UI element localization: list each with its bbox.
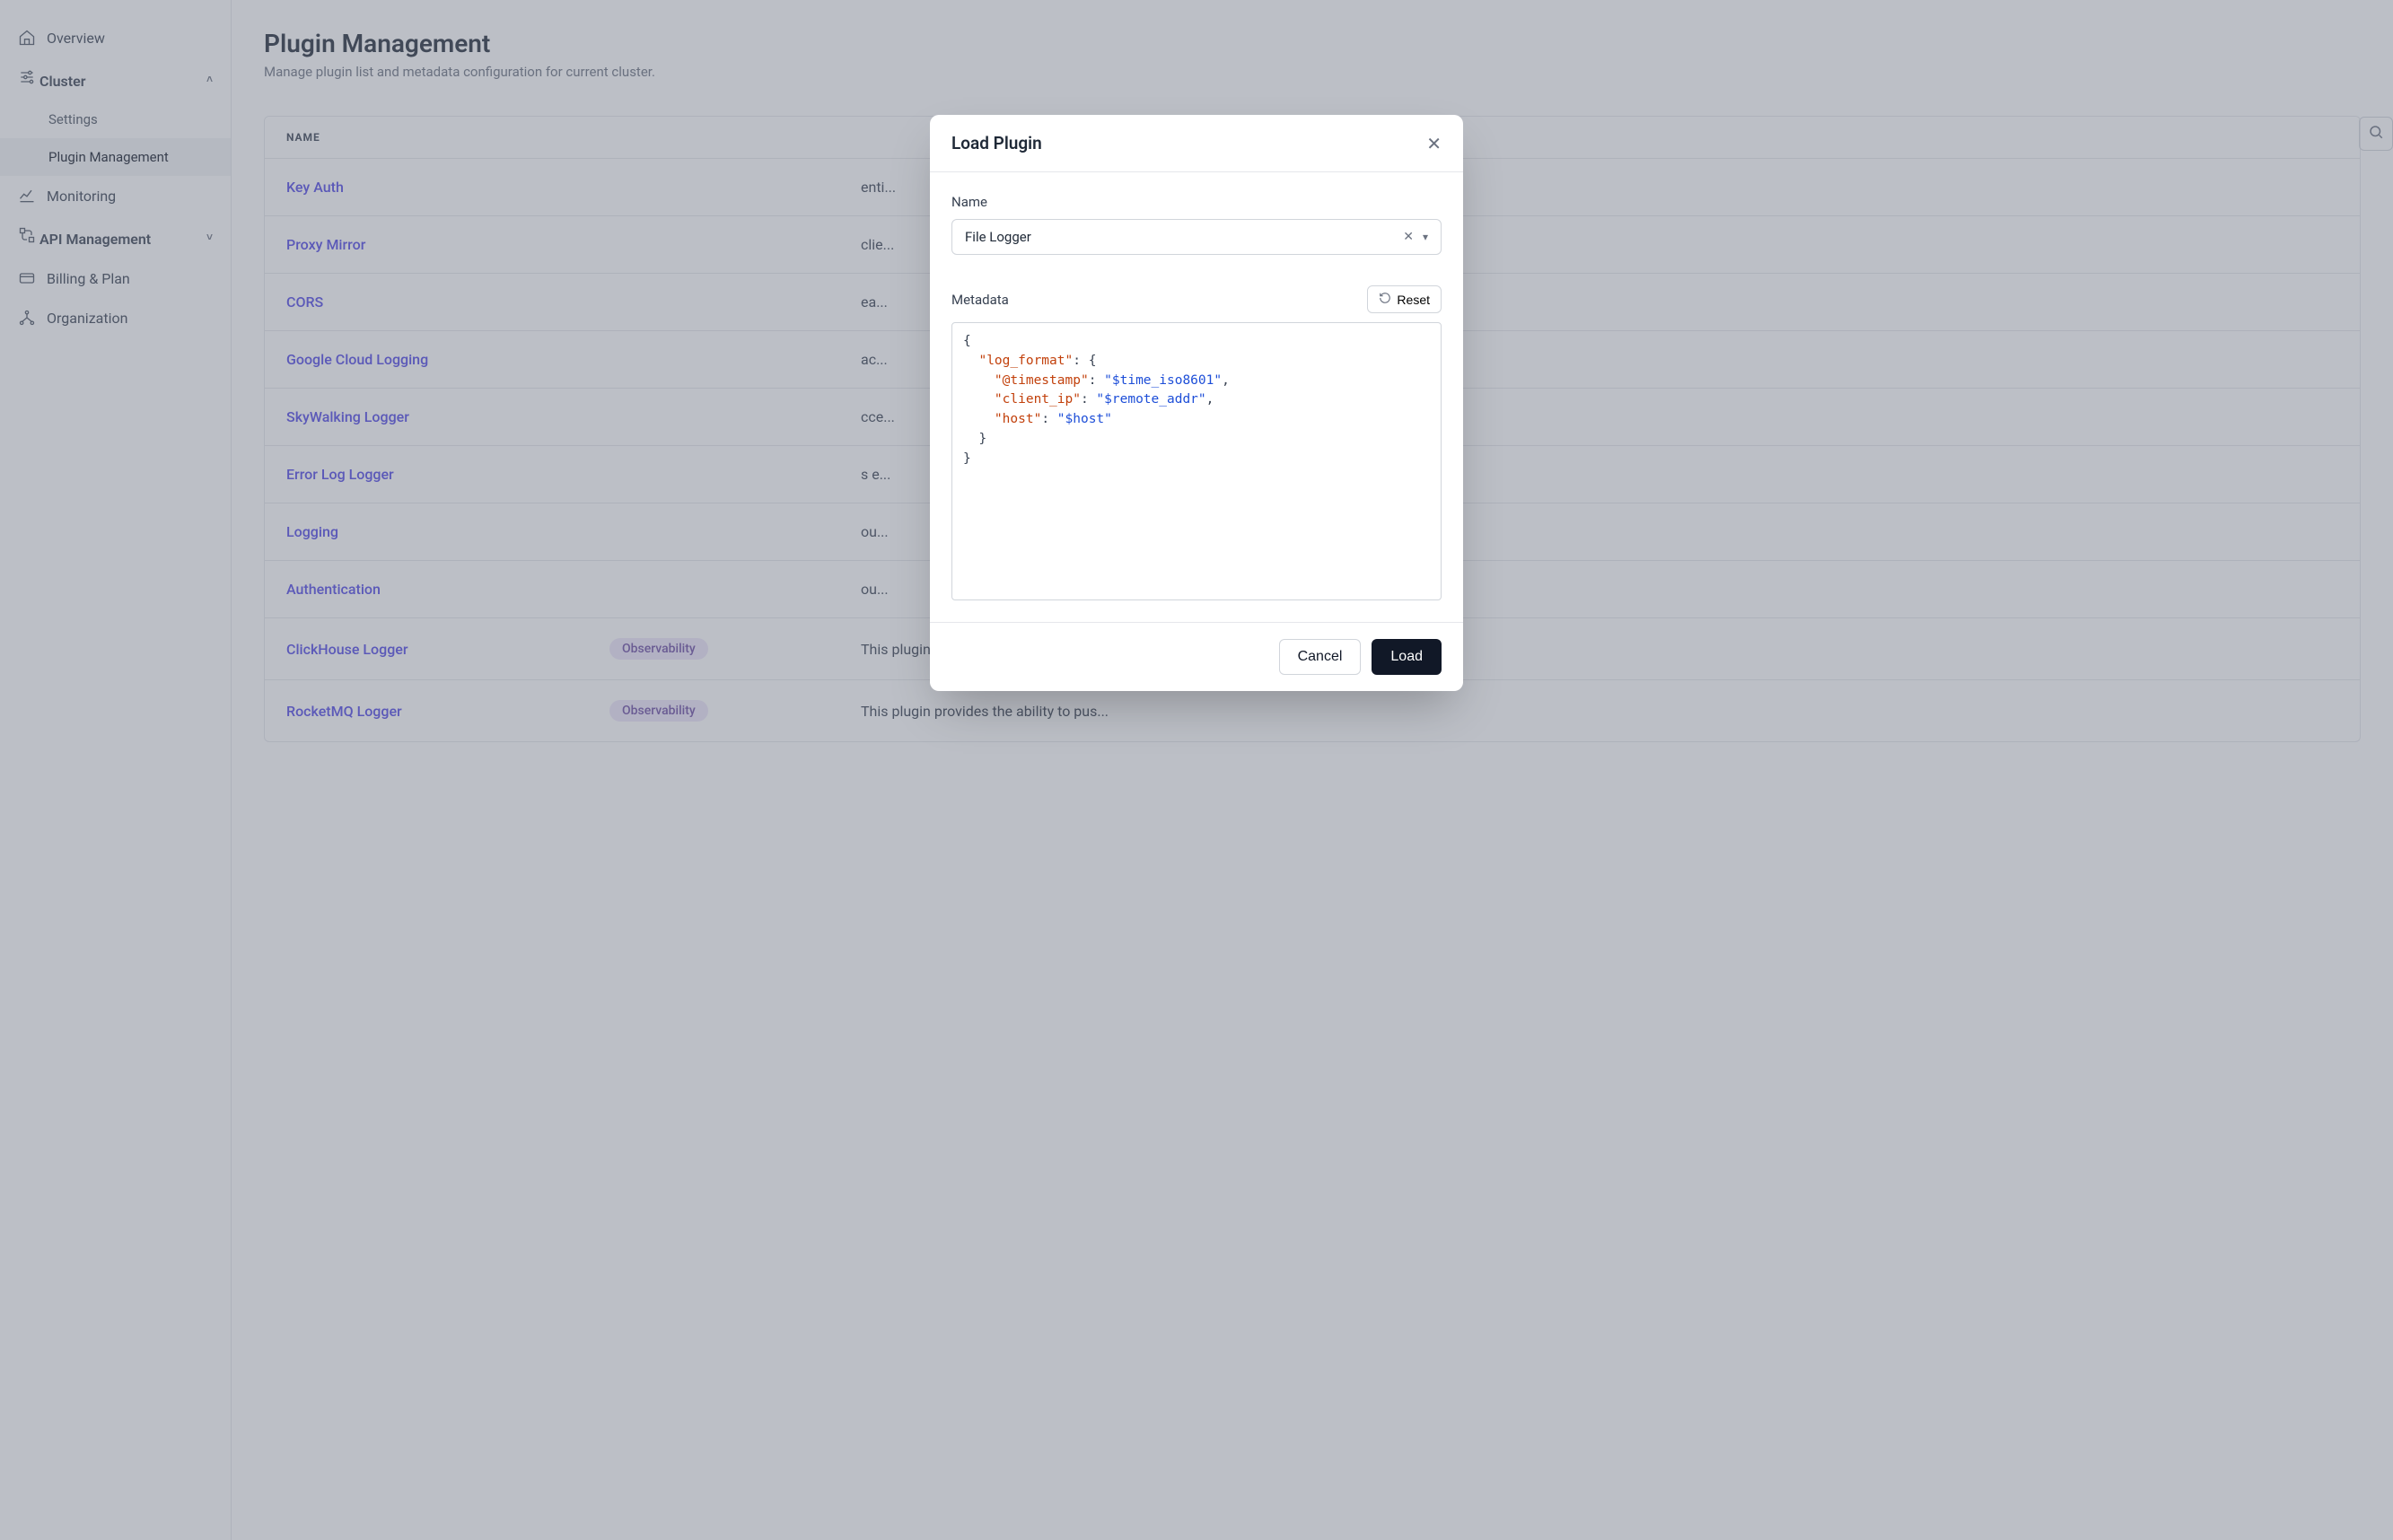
reset-button[interactable]: Reset <box>1367 285 1442 313</box>
clear-icon[interactable]: ✕ <box>1403 230 1414 244</box>
select-value: File Logger <box>965 229 1031 245</box>
load-plugin-modal: Load Plugin ✕ Name File Logger ✕ ▾ Metad… <box>930 115 1463 691</box>
name-field-label: Name <box>951 194 1442 210</box>
reset-label: Reset <box>1397 293 1430 307</box>
refresh-icon <box>1379 292 1391 307</box>
load-button[interactable]: Load <box>1372 639 1442 675</box>
cancel-button[interactable]: Cancel <box>1279 639 1362 675</box>
metadata-editor[interactable]: { "log_format": { "@timestamp": "$time_i… <box>951 322 1442 600</box>
chevron-down-icon[interactable]: ▾ <box>1423 231 1428 243</box>
modal-title: Load Plugin <box>951 133 1042 153</box>
plugin-name-select[interactable]: File Logger ✕ ▾ <box>951 219 1442 255</box>
modal-overlay[interactable]: Load Plugin ✕ Name File Logger ✕ ▾ Metad… <box>0 0 2393 1540</box>
metadata-field-label: Metadata <box>951 292 1009 308</box>
close-icon[interactable]: ✕ <box>1426 135 1442 153</box>
